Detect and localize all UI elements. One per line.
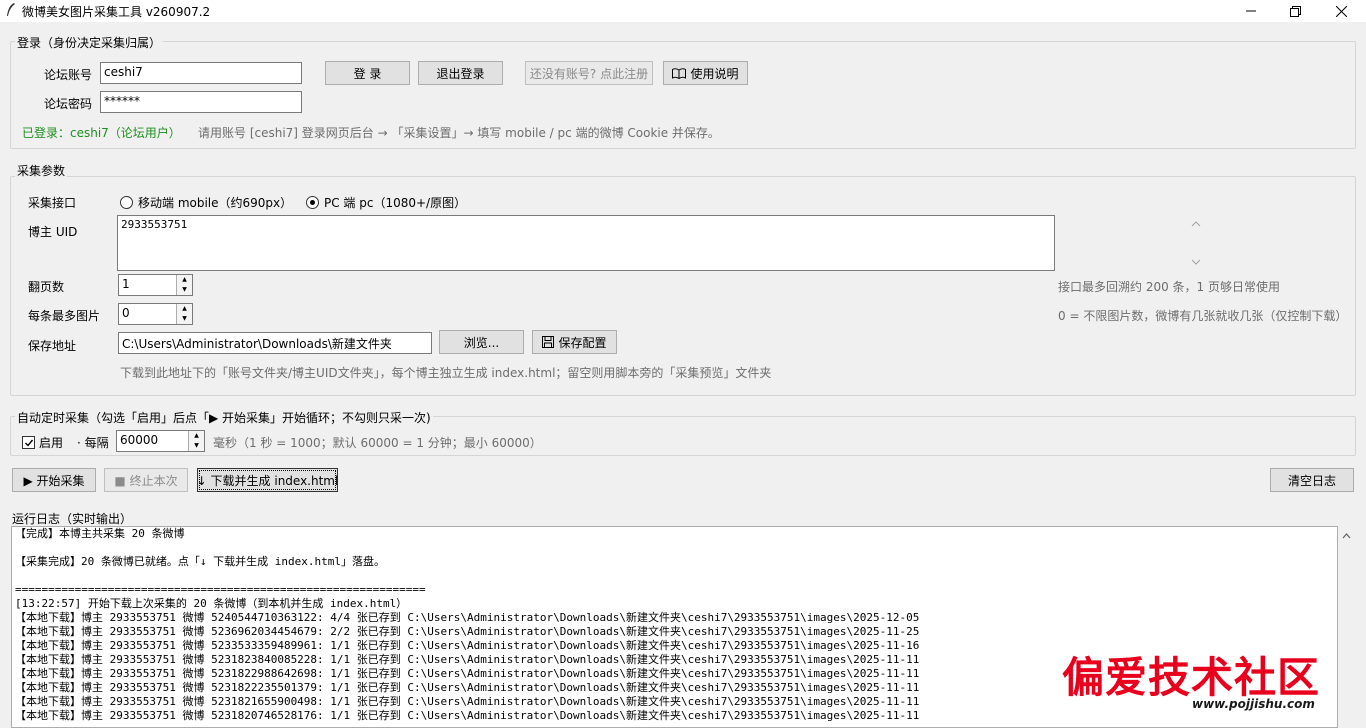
title-bar: 微博美女图片采集工具 v260907.2 [0, 0, 1366, 22]
login-hint: 请用账号 [ceshi7] 登录网页后台 → 「采集设置」→ 填写 mobile… [198, 126, 720, 140]
save-hint: 下载到此地址下的「账号文件夹/博主UID文件夹」，每个博主独立生成 index.… [120, 366, 772, 380]
browse-button[interactable]: 浏览... [439, 330, 524, 354]
check-icon [24, 439, 33, 447]
spin-up-icon[interactable]: ▲ [188, 431, 204, 441]
login-group-title: 登录（身份决定采集归属） [15, 34, 164, 51]
api-pc-option[interactable]: PC 端 pc（1080+/原图） [306, 194, 466, 211]
spin-down-icon[interactable]: ▼ [188, 441, 204, 451]
uid-scrollbar[interactable] [1188, 216, 1204, 270]
uid-label: 博主 UID [28, 225, 78, 239]
scroll-down-icon[interactable] [1188, 256, 1204, 268]
help-button[interactable]: 使用说明 [663, 61, 748, 85]
log-line: [13:22:57] 开始下载上次采集的 20 条微博（到本机并生成 index… [15, 597, 408, 610]
feather-app-icon [7, 3, 15, 16]
timer-enable-option[interactable]: 启用 [22, 434, 63, 451]
pages-spinbox[interactable]: 1 ▲ ▼ [118, 274, 193, 296]
spin-up-icon[interactable]: ▲ [176, 275, 192, 285]
spin-down-icon[interactable]: ▼ [176, 285, 192, 295]
spin-down-icon[interactable]: ▼ [176, 314, 192, 324]
password-input[interactable]: ****** [100, 91, 302, 113]
log-line: 【采集完成】20 条微博已就绪。点「↓ 下载并生成 index.html」落盘。 [15, 555, 385, 568]
log-line: 【本地下载】博主 2933553751 微博 5240544710363122:… [15, 611, 920, 624]
restore-icon [1289, 5, 1301, 17]
close-button[interactable] [1318, 0, 1364, 22]
api-mobile-option[interactable]: 移动端 mobile（约690px） [120, 194, 292, 211]
spin-up-icon[interactable]: ▲ [176, 304, 192, 314]
maximg-value: 0 [122, 306, 130, 320]
clear-log-button[interactable]: 清空日志 [1270, 468, 1354, 492]
download-generate-button[interactable]: ↓ 下载并生成 index.html [197, 468, 338, 492]
save-path-input[interactable]: C:\Users\Administrator\Downloads\新建文件夹 [118, 332, 432, 354]
start-button[interactable]: ▶ 开始采集 [12, 468, 96, 492]
timer-every-label: · 每隔 [77, 436, 109, 450]
scroll-up-icon[interactable] [1338, 529, 1355, 543]
minimize-icon [1246, 10, 1256, 12]
login-button[interactable]: 登 录 [325, 61, 410, 85]
maximize-button[interactable] [1272, 0, 1318, 22]
pages-value: 1 [122, 277, 130, 291]
close-icon [1335, 5, 1347, 17]
log-line: 【完成】本博主共采集 20 条微博 [15, 527, 185, 540]
book-icon [672, 67, 687, 79]
interval-spinbox[interactable]: 60000 ▲ ▼ [116, 430, 205, 452]
api-label: 采集接口 [28, 196, 77, 210]
log-line: 【本地下载】博主 2933553751 微博 5236962034454679:… [15, 625, 920, 638]
password-label: 论坛密码 [44, 97, 93, 111]
account-input[interactable]: ceshi7 [100, 62, 302, 84]
login-status: 已登录：ceshi7（论坛用户） [22, 126, 181, 140]
log-line: ========================================… [15, 583, 426, 596]
maximg-label: 每条最多图片 [28, 309, 101, 323]
save-config-button[interactable]: 保存配置 [532, 330, 617, 354]
params-group-title: 采集参数 [15, 162, 68, 179]
api-mobile-label: 移动端 mobile（约690px） [138, 196, 293, 210]
watermark-logo: 偏爱技术社区 [1062, 653, 1321, 702]
logout-button[interactable]: 退出登录 [418, 61, 503, 85]
account-label: 论坛账号 [44, 68, 93, 82]
log-line: 【本地下载】博主 2933553751 微博 5231820746528176:… [15, 709, 920, 722]
interval-value: 60000 [120, 433, 159, 447]
register-button[interactable]: 还没有账号? 点此注册 [525, 61, 653, 85]
window-title: 微博美女图片采集工具 v260907.2 [22, 5, 211, 19]
floppy-icon [542, 336, 555, 348]
save-label: 保存地址 [28, 339, 77, 353]
api-mobile-radio[interactable] [120, 196, 133, 209]
maximg-spinbox[interactable]: 0 ▲ ▼ [118, 303, 193, 325]
api-pc-label: PC 端 pc（1080+/原图） [324, 196, 467, 210]
uid-textarea[interactable]: 2933553751 [117, 215, 1055, 271]
pages-hint: 接口最多回溯约 200 条，1 页够日常使用 [1058, 280, 1280, 294]
minimize-button[interactable] [1228, 0, 1274, 22]
log-title: 运行日志（实时输出） [12, 512, 133, 526]
pages-label: 翻页数 [28, 280, 65, 294]
maximg-hint: 0 = 不限图片数，微博有几张就收几张（仅控制下载） [1058, 309, 1348, 323]
timer-enable-label: 启用 [39, 436, 64, 450]
scroll-up-icon[interactable] [1188, 218, 1204, 230]
interval-hint: 毫秒（1 秒 = 1000；默认 60000 = 1 分钟；最小 60000） [213, 436, 542, 450]
timer-enable-checkbox[interactable] [22, 436, 35, 449]
watermark-url: www.pojjishu.com [1192, 697, 1315, 711]
save-config-label: 保存配置 [558, 335, 607, 350]
timer-group-title: 自动定时采集（勾选「启用」后点「▶ 开始采集」开始循环；不勾则只采一次) [15, 409, 433, 426]
api-pc-radio[interactable] [306, 196, 319, 209]
stop-button[interactable]: ■ 终止本次 [104, 468, 188, 492]
log-scrollbar[interactable] [1338, 526, 1355, 728]
help-button-label: 使用说明 [690, 66, 739, 81]
